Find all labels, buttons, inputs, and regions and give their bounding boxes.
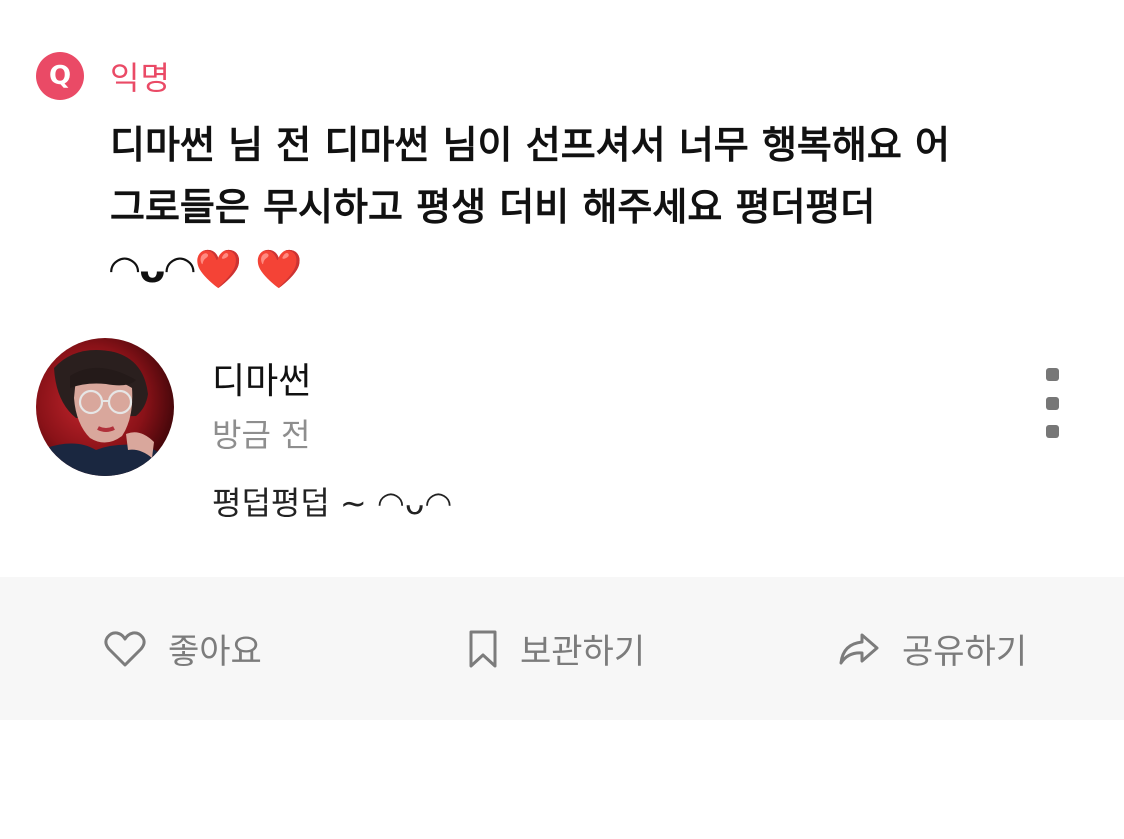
question-text: 디마썬 님 전 디마썬 님이 선프셔서 너무 행복해요 어 그로들은 무시하고 … [110,123,950,291]
question-header: Q 익명 [36,52,1096,100]
like-button[interactable]: 좋아요 [104,577,262,720]
heart-outline-icon [104,630,146,666]
reply-text: 평덥평덥 ~ ◠ᴗ◠ [212,484,453,522]
bookmark-outline-icon [469,630,497,667]
reply-author-name[interactable]: 디마썬 [212,352,311,404]
share-button[interactable]: 공유하기 [838,577,1027,720]
avatar[interactable] [36,338,174,476]
share-arrow-icon [839,633,879,664]
question-author: 익명 [110,59,171,97]
avatar-photo [36,338,174,476]
save-label: 보관하기 [520,632,646,672]
more-dot [1045,396,1059,410]
like-label: 좋아요 [168,632,262,672]
more-vertical-icon [1045,368,1059,381]
action-bar: 좋아요 보관하기 공유하기 [0,577,1124,720]
question-badge: Q [36,52,84,100]
more-dot [1045,425,1059,438]
save-button[interactable]: 보관하기 [468,577,645,720]
reply-card: 디마썬 방금 전 평덥평덥 ~ ◠ᴗ◠ [36,338,1096,538]
share-label: 공유하기 [902,632,1028,672]
reply-timestamp: 방금 전 [212,416,311,454]
question-card: Q 익명 디마썬 님 전 디마썬 님이 선프셔서 너무 행복해요 어 그로들은 … [36,52,1096,291]
more-options-button[interactable] [1036,368,1068,438]
